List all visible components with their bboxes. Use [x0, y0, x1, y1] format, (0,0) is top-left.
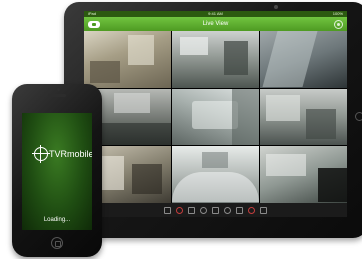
- audio-icon[interactable]: [224, 206, 231, 214]
- crosshair-logo-icon: [32, 145, 50, 163]
- record-icon[interactable]: [176, 206, 183, 214]
- camera-feed-2[interactable]: [172, 31, 259, 88]
- camera-grid: [84, 31, 347, 203]
- camera-feed-1[interactable]: [84, 31, 171, 88]
- snapshot-icon[interactable]: [164, 206, 171, 214]
- camera-feed-3[interactable]: [260, 31, 347, 88]
- phone-device: TVRmobile Loading...: [12, 84, 102, 257]
- phone-speaker: [48, 94, 66, 97]
- camera-feed-9[interactable]: [260, 146, 347, 203]
- layout-icon[interactable]: [212, 206, 219, 214]
- camera-feed-5[interactable]: [172, 88, 259, 146]
- phone-front-camera: [57, 88, 60, 91]
- phone-home-button[interactable]: [51, 237, 63, 249]
- phone-screen: TVRmobile Loading...: [22, 113, 92, 230]
- camera-toolbar: [84, 203, 347, 217]
- app-name: TVRmobile: [49, 149, 92, 159]
- ptz-icon[interactable]: [200, 206, 207, 214]
- loading-text: Loading...: [43, 217, 71, 223]
- tablet-home-button[interactable]: [355, 112, 362, 121]
- app-bar: Live View: [84, 17, 347, 31]
- playback-icon[interactable]: [188, 206, 195, 214]
- app-logo-icon[interactable]: [88, 21, 100, 28]
- info-icon[interactable]: [260, 206, 267, 214]
- camera-feed-6[interactable]: [260, 88, 347, 146]
- favorites-icon[interactable]: [236, 206, 243, 214]
- tablet-front-camera: [274, 5, 278, 9]
- settings-icon[interactable]: [334, 20, 343, 29]
- tablet-screen: iPad 9:41 AM 100% Live View: [84, 11, 347, 217]
- page-title: Live View: [202, 21, 229, 27]
- camera-feed-8[interactable]: [172, 146, 259, 203]
- alarm-icon[interactable]: [248, 206, 255, 214]
